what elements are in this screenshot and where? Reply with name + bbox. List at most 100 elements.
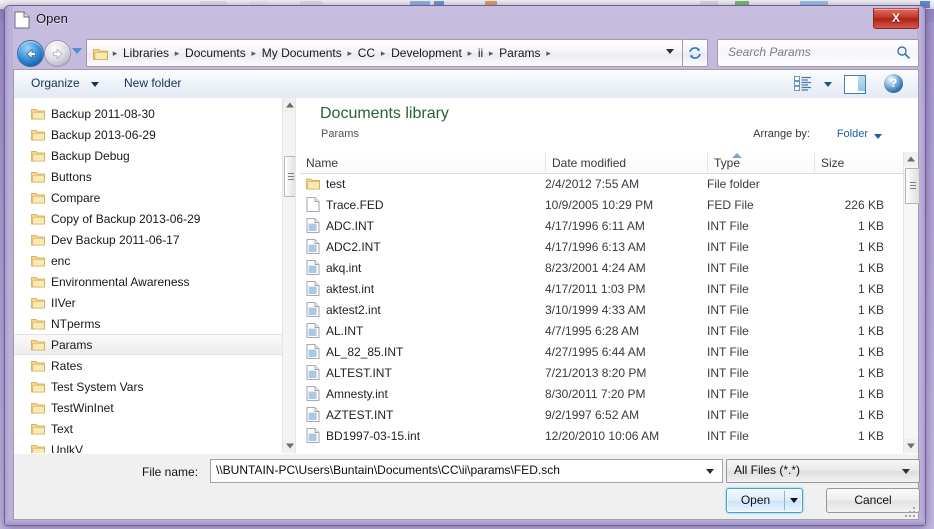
scrollbar-thumb[interactable] [284,156,295,197]
back-button[interactable] [17,40,44,67]
folder-icon [31,171,45,182]
table-row[interactable]: ADC2.INT 4/17/1996 6:13 AM INT File 1 KB [300,236,904,257]
tree-item[interactable]: Text [14,418,295,439]
scrollbar-thumb[interactable] [905,168,920,204]
tree-item[interactable]: TestWinInet [14,397,295,418]
file-name-label: ADC2.INT [326,239,381,254]
tree-item[interactable]: Environmental Awareness [14,271,295,292]
file-name-cell: AL.INT [300,323,545,338]
open-chevron-down-icon[interactable] [790,498,798,503]
file-type-filter-select[interactable]: All Files (*.*) [726,459,920,483]
breadcrumb-item[interactable]: ▸ Development [378,41,465,65]
tree-item-label: enc [51,253,71,268]
breadcrumb-item[interactable]: ▸ Libraries [110,41,172,65]
file-name-label: BD1997-03-15.int [326,428,421,443]
tree-item-label: UnlkV [51,442,84,454]
preview-pane-icon[interactable] [844,75,866,94]
table-row[interactable]: AL_82_85.INT 4/27/1995 6:44 AM INT File … [300,341,904,362]
scroll-up-arrow-icon[interactable] [904,152,918,166]
file-name-label: ALTEST.INT [326,365,392,380]
arrange-by-chevron-down-icon[interactable] [874,134,882,139]
resize-grip-icon[interactable] [903,505,915,517]
blank-file-icon [306,197,320,212]
column-header-date-modified[interactable]: Date modified [546,152,708,173]
title-bar[interactable]: Open X [5,6,925,36]
scroll-down-arrow-icon[interactable] [904,439,918,453]
folder-icon [31,276,45,287]
file-date-cell: 4/27/1995 6:44 AM [545,344,646,359]
table-row[interactable]: akq.int 8/23/2001 4:24 AM INT File 1 KB [300,257,904,278]
tree-item[interactable]: Test System Vars [14,376,295,397]
organize-chevron-down-icon[interactable] [91,82,99,87]
tree-item[interactable]: Backup 2011-08-30 [14,103,295,124]
table-row[interactable]: ADC.INT 4/17/1996 6:11 AM INT File 1 KB [300,215,904,236]
table-row[interactable]: BD1997-03-15.int 12/20/2010 10:06 AM INT… [300,425,904,446]
file-size-cell: 1 KB [857,344,884,359]
table-row[interactable]: aktest.int 4/17/2011 1:03 PM INT File 1 … [300,278,904,299]
tree-item[interactable]: Copy of Backup 2013-06-29 [14,208,295,229]
tree-item[interactable]: Backup Debug [14,145,295,166]
folder-icon [306,178,320,190]
organize-button[interactable]: Organize [31,76,80,90]
table-row[interactable]: ALTEST.INT 7/21/2013 8:20 PM INT File 1 … [300,362,904,383]
navigation-pane-scrollbar[interactable] [282,98,295,453]
new-folder-button[interactable]: New folder [124,76,181,90]
breadcrumb[interactable]: ▸ Libraries ▸ Documents ▸ My Documents ▸ CC … [86,39,683,67]
search-input[interactable]: Search Params [717,39,919,67]
file-name-input[interactable]: \\BUNTAIN-PC\Users\Buntain\Documents\CC\… [210,459,723,483]
forward-button[interactable] [44,40,71,67]
tree-item[interactable]: Rates [14,355,295,376]
tree-item[interactable]: enc [14,250,295,271]
breadcrumb-separator: ▸ [467,47,473,58]
breadcrumb-chevron-down-icon[interactable] [666,49,674,54]
view-mode-chevron-down-icon[interactable] [824,82,832,87]
help-icon[interactable]: ? [884,74,903,93]
file-name-chevron-down-icon[interactable] [706,469,714,474]
list-view-icon[interactable] [794,76,812,91]
recent-locations-chevron-down-icon[interactable] [72,48,82,54]
scroll-up-arrow-icon[interactable] [283,98,295,112]
file-name-label: ADC.INT [326,218,374,233]
document-window-icon [14,11,30,29]
column-header-type[interactable]: Type [708,152,815,173]
refresh-button[interactable] [683,39,708,67]
file-name-label: AL_82_85.INT [326,344,404,359]
arrange-by-value[interactable]: Folder [837,128,868,140]
tree-item-params[interactable]: Params [14,334,295,355]
tree-item[interactable]: Compare [14,187,295,208]
address-bar-row: ▸ Libraries ▸ Documents ▸ My Documents ▸ CC … [13,37,919,69]
breadcrumb-item[interactable]: ▸ Documents [172,41,249,65]
column-header-row: Name Date modified Type Size [300,152,918,174]
library-title: Documents library [320,105,449,122]
file-list-scrollbar[interactable] [903,152,920,453]
table-row[interactable]: AZTEST.INT 9/2/1997 6:52 AM INT File 1 K… [300,404,904,425]
table-row[interactable]: aktest2.int 3/10/1999 4:33 AM INT File 1… [300,299,904,320]
table-row[interactable]: Amnesty.int 8/30/2011 7:20 PM INT File 1… [300,383,904,404]
file-name-cell: akq.int [300,260,545,275]
breadcrumb-item[interactable]: ▸ Params ▸ [486,41,553,65]
breadcrumb-item[interactable]: ▸ ii [465,41,486,65]
table-row[interactable]: AL.INT 4/7/1995 6:28 AM INT File 1 KB [300,320,904,341]
tree-item[interactable]: Buttons [14,166,295,187]
table-row[interactable]: Trace.FED 10/9/2005 10:29 PM FED File 22… [300,194,904,215]
breadcrumb-item[interactable]: ▸ CC [345,41,378,65]
tree-item[interactable]: NTperms [14,313,295,334]
tree-item[interactable]: Backup 2013-06-29 [14,124,295,145]
file-type-filter-chevron-down-icon[interactable] [902,469,910,474]
tree-item-label: Copy of Backup 2013-06-29 [51,211,201,226]
scroll-down-arrow-icon[interactable] [283,439,295,453]
open-button[interactable]: Open [726,488,803,513]
tree-item[interactable]: IIVer [14,292,295,313]
file-name-label: Trace.FED [326,197,384,212]
breadcrumb-label: Params [499,46,541,60]
file-name-value: \\BUNTAIN-PC\Users\Buntain\Documents\CC\… [216,463,560,477]
table-row[interactable]: test 2/4/2012 7:55 AM File folder [300,173,904,194]
column-header-size[interactable]: Size [815,152,904,173]
close-button[interactable]: X [873,8,919,29]
column-header-name[interactable]: Name [300,152,546,173]
breadcrumb-label: ii [477,46,484,60]
tree-item[interactable]: UnlkV [14,439,295,453]
tree-item[interactable]: Dev Backup 2011-06-17 [14,229,295,250]
breadcrumb-item[interactable]: ▸ My Documents [249,41,345,65]
file-size-cell: 1 KB [857,323,884,338]
